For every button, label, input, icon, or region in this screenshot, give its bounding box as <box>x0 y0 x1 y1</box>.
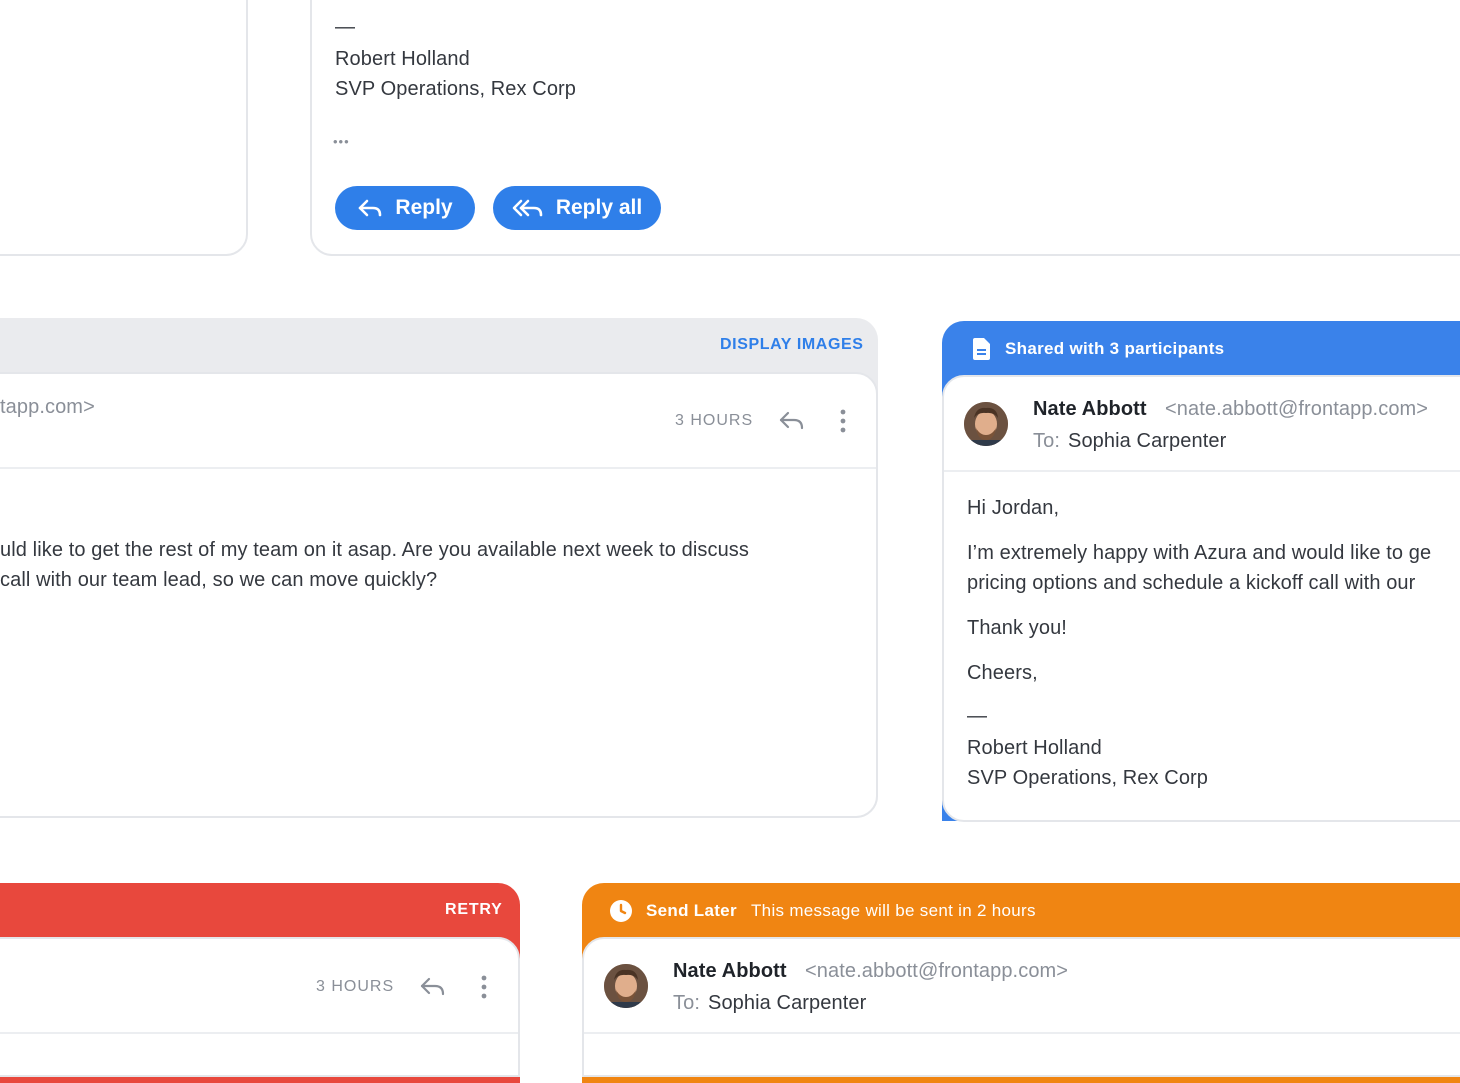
sender-email: <nate.abbott@frontapp.com> <box>805 960 1069 982</box>
send-later-title: Send Later <box>646 901 737 920</box>
send-later-text: This message will be sent in 2 hours <box>751 901 1036 920</box>
signature-dash: — <box>967 705 988 727</box>
closing-line: Cheers, <box>967 662 1038 684</box>
send-later-message-card: Nate Abbott <nate.abbott@frontapp.com> T… <box>582 937 1460 1077</box>
retry-button[interactable]: RETRY <box>445 901 503 919</box>
message-time: 3 HOURS <box>675 412 754 429</box>
body-line: call with our team lead, so we can move … <box>0 569 438 591</box>
message-time: 3 HOURS <box>316 978 395 995</box>
document-icon <box>973 338 990 360</box>
avatar[interactable] <box>964 402 1008 446</box>
signature-name: Robert Holland <box>335 48 470 70</box>
to-prefix: To: <box>673 992 700 1014</box>
error-message-card: 3 HOURS <box>0 937 520 1077</box>
signature-dash: — <box>335 16 356 38</box>
body-line: I’m extremely happy with Azura and would… <box>967 542 1432 564</box>
to-prefix: To: <box>1033 430 1060 452</box>
reply-button-label: Reply <box>395 196 453 219</box>
clock-icon <box>610 900 632 922</box>
body-line: uld like to get the rest of my team on i… <box>0 539 749 561</box>
reply-icon <box>359 199 382 217</box>
sender-email: <nate.abbott@frontapp.com> <box>1165 398 1429 420</box>
recipient-name: Sophia Carpenter <box>1068 430 1227 452</box>
shared-message-card: Nate Abbott <nate.abbott@frontapp.com> T… <box>942 375 1460 822</box>
signature-title: SVP Operations, Rex Corp <box>335 78 577 100</box>
thanks-line: Thank you! <box>967 617 1067 639</box>
greeting: Hi Jordan, <box>967 497 1060 519</box>
reply-button[interactable]: Reply <box>335 186 475 230</box>
sender-name: Nate Abbott <box>673 960 787 982</box>
header-divider <box>0 1032 518 1034</box>
reply-all-button[interactable]: Reply all <box>493 186 661 230</box>
top-left-card-fragment <box>0 0 248 256</box>
middle-message-card: tapp.com> 3 HOURS uld like to get the re… <box>0 372 878 818</box>
shared-banner-label: Shared with 3 participants <box>1005 339 1225 358</box>
top-message-card: — Robert Holland SVP Operations, Rex Cor… <box>310 0 1460 256</box>
header-divider <box>0 467 876 469</box>
signature-name: Robert Holland <box>967 737 1102 759</box>
sender-name: Nate Abbott <box>1033 398 1147 420</box>
signature-title: SVP Operations, Rex Corp <box>967 767 1209 789</box>
display-images-button[interactable]: DISPLAY IMAGES <box>720 336 864 354</box>
avatar[interactable] <box>604 964 648 1008</box>
more-vertical-icon[interactable] <box>839 409 847 433</box>
reply-all-button-label: Reply all <box>555 196 643 219</box>
sender-email-fragment: tapp.com> <box>0 396 95 418</box>
body-line: pricing options and schedule a kickoff c… <box>967 572 1416 594</box>
more-vertical-icon[interactable] <box>480 975 488 999</box>
reply-icon[interactable] <box>778 410 806 432</box>
reply-all-icon <box>512 199 543 217</box>
recipient-name: Sophia Carpenter <box>708 992 867 1014</box>
header-divider <box>584 1032 1460 1034</box>
show-more-ellipsis[interactable]: ••• <box>333 134 350 149</box>
header-divider <box>944 470 1460 472</box>
reply-icon[interactable] <box>419 976 447 998</box>
